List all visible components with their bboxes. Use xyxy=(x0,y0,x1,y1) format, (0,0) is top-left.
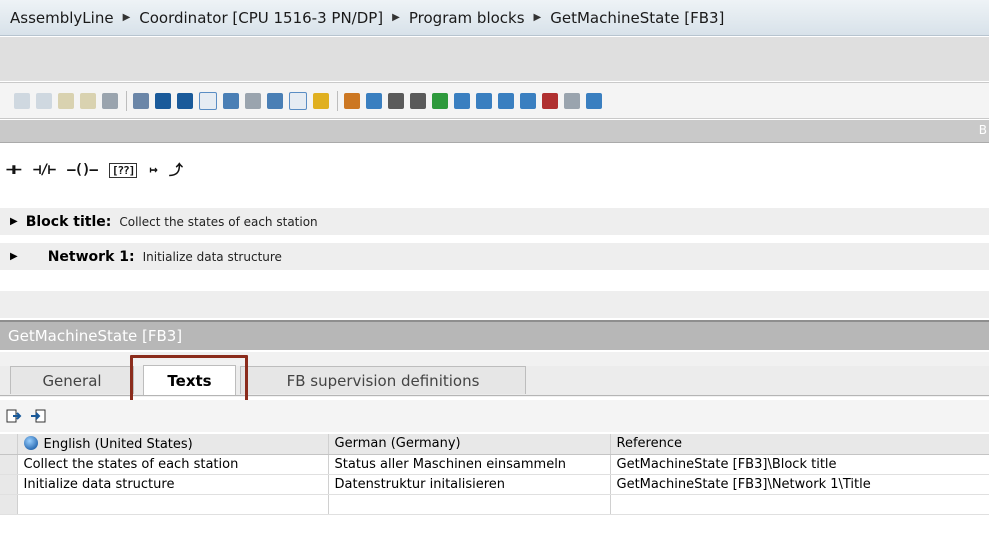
breadcrumb-item-block[interactable]: GetMachineState [FB3] xyxy=(550,9,724,27)
block-title-label: Block title: xyxy=(25,213,112,230)
reset-icon[interactable] xyxy=(102,92,118,109)
breadcrumb-item-device[interactable]: Coordinator [CPU 1516-3 PN/DP] xyxy=(139,9,383,27)
texts-toolbar xyxy=(0,400,989,432)
block-title-text[interactable]: Collect the states of each station xyxy=(119,215,317,229)
jump-icon[interactable] xyxy=(520,92,536,109)
tab-fb-supervision[interactable]: FB supervision definitions xyxy=(240,366,526,394)
list-icon[interactable] xyxy=(133,92,149,109)
empty-toolbar-strip xyxy=(0,37,989,81)
insert-network-icon[interactable] xyxy=(14,92,30,109)
column-header-german[interactable]: German (Germany) xyxy=(328,434,611,455)
open-branch-icon[interactable]: ↦ xyxy=(149,162,158,178)
comment-icon[interactable] xyxy=(199,91,217,110)
watch-table-icon[interactable] xyxy=(586,92,602,109)
table-row-empty xyxy=(0,494,989,515)
properties-panel-title: GetMachineState [FB3] xyxy=(0,320,989,350)
absolute-operands-icon[interactable] xyxy=(223,92,239,109)
column-header-english[interactable]: English (United States) xyxy=(17,434,329,455)
return-icon[interactable] xyxy=(542,92,558,109)
chevron-right-icon: ▶ xyxy=(122,12,131,23)
favorites-icon[interactable] xyxy=(245,92,261,109)
tag-info-icon[interactable] xyxy=(267,92,283,109)
delete-network-icon[interactable] xyxy=(36,92,52,109)
open-block-icon[interactable] xyxy=(454,92,470,109)
table-header-row: English (United States) German (Germany)… xyxy=(0,434,989,455)
contact-nc-icon[interactable]: ⊣/⊢ xyxy=(33,162,56,178)
german-cell[interactable]: Status aller Maschinen einsammeln xyxy=(328,454,611,475)
expand-triangle-icon[interactable]: ▶ xyxy=(10,251,18,262)
german-cell[interactable]: Datenstruktur initalisieren xyxy=(328,474,611,495)
list-view-icon[interactable] xyxy=(476,92,492,109)
indent-icon[interactable] xyxy=(498,92,514,109)
empty-box-icon[interactable]: [??] xyxy=(108,162,138,178)
reference-cell: GetMachineState [FB3]\Network 1\Title xyxy=(610,474,989,495)
english-cell[interactable]: Collect the states of each station xyxy=(16,453,329,475)
close-branch-icon[interactable]: ⤴ xyxy=(169,160,183,180)
expand-icon[interactable] xyxy=(155,92,171,109)
block-title-row[interactable]: ▶ Block title: Collect the states of eac… xyxy=(0,208,989,235)
texts-table: English (United States) German (Germany)… xyxy=(0,434,989,515)
chevron-right-icon: ▶ xyxy=(392,12,400,23)
network-1-title[interactable]: Initialize data structure xyxy=(143,250,282,264)
network-1-label: Network 1: xyxy=(47,248,135,265)
hierarchy-icon[interactable] xyxy=(564,92,580,109)
table-row: Collect the states of each station Statu… xyxy=(0,453,989,475)
snapshot-icon[interactable] xyxy=(410,92,426,109)
globe-icon xyxy=(23,435,38,450)
contact-no-icon[interactable]: ⊣⊢ xyxy=(6,162,22,178)
tab-texts[interactable]: Texts xyxy=(143,365,236,395)
monitor-icon[interactable] xyxy=(366,92,382,109)
network-comments-icon[interactable] xyxy=(289,91,307,110)
column-header-reference[interactable]: Reference xyxy=(610,434,989,455)
call-environment-icon[interactable] xyxy=(388,92,404,109)
import-icon[interactable] xyxy=(30,408,46,424)
coil-icon[interactable]: –()– xyxy=(67,162,98,178)
load-icon[interactable] xyxy=(432,92,448,109)
breadcrumb: AssemblyLine ▶ Coordinator [CPU 1516-3 P… xyxy=(0,0,989,36)
insert-row-icon[interactable] xyxy=(58,92,74,109)
breadcrumb-item-project[interactable]: AssemblyLine xyxy=(10,9,114,27)
reference-cell: GetMachineState [FB3]\Block title xyxy=(610,454,989,475)
go-online-icon[interactable] xyxy=(344,92,360,109)
editor-empty-area xyxy=(0,291,989,318)
network-1-row[interactable]: ▶ Network 1: Initialize data structure xyxy=(0,243,989,270)
breadcrumb-item-folder[interactable]: Program blocks xyxy=(409,9,525,27)
expand-triangle-icon[interactable]: ▶ xyxy=(10,216,18,227)
chevron-right-icon: ▶ xyxy=(533,12,542,23)
english-cell[interactable]: Initialize data structure xyxy=(17,474,329,495)
tab-general[interactable]: General xyxy=(10,366,134,394)
add-row-icon[interactable] xyxy=(80,92,96,109)
table-row: Initialize data structure Datenstruktur … xyxy=(0,474,989,495)
favorites-bar-icon[interactable] xyxy=(313,92,329,109)
editor-toolbar xyxy=(0,82,989,119)
export-icon[interactable] xyxy=(6,408,22,424)
section-header-bar: B xyxy=(0,120,989,143)
ladder-favorites-bar: ⊣⊢ ⊣/⊢ –()– [??] ↦ ⤴ xyxy=(0,150,989,190)
collapse-icon[interactable] xyxy=(177,92,193,109)
